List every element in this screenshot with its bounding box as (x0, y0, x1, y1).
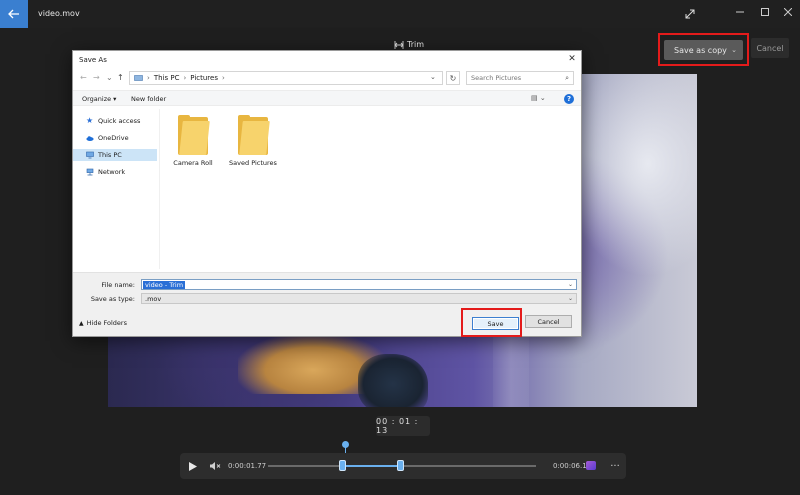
folder-icon (238, 115, 270, 155)
trim-start-handle[interactable] (339, 460, 346, 471)
breadcrumb-this-pc[interactable]: This PC (154, 74, 180, 82)
sidebar-item-quick-access[interactable]: ★ Quick access (73, 115, 157, 127)
playback-controls: 0:00:01.77 0:00:06.10 ··· (180, 453, 626, 479)
trim-icon (394, 40, 404, 49)
chevron-down-icon[interactable]: ⌄ (731, 46, 737, 54)
new-folder-button[interactable]: New folder (131, 95, 166, 103)
network-icon (86, 168, 94, 176)
sidebar-item-label: This PC (98, 151, 122, 159)
dialog-toolbar: Organize ▾ New folder ▤ ⌄ ? (73, 90, 581, 106)
minimize-button[interactable] (728, 2, 752, 22)
save-as-type-select[interactable]: .mov ⌄ (141, 293, 577, 304)
speaker-muted-icon (209, 462, 220, 470)
chevron-down-icon[interactable]: ⌄ (568, 295, 573, 302)
nav-back-icon[interactable]: ← (80, 73, 87, 82)
trim-start-time: 0:00:01.77 (228, 462, 267, 470)
star-icon: ★ (86, 116, 94, 125)
folder-label: Saved Pictures (229, 159, 277, 167)
organize-menu[interactable]: Organize ▾ (82, 95, 116, 103)
close-icon (784, 8, 792, 16)
save-as-type-label: Save as type: (90, 295, 135, 303)
search-icon: ⌕ (565, 74, 569, 82)
trim-mode-label: Trim (394, 40, 424, 49)
save-as-copy-highlight: Save as copy ⌄ (658, 33, 749, 66)
play-button[interactable] (186, 459, 200, 473)
save-as-type-value: .mov (145, 294, 162, 303)
trim-label-text: Trim (407, 40, 425, 49)
sidebar-item-label: OneDrive (98, 134, 129, 142)
arrow-left-icon (8, 9, 19, 19)
timeline-selection (342, 465, 400, 467)
nav-forward-icon[interactable]: → (93, 73, 100, 82)
sidebar-item-label: Quick access (98, 117, 141, 125)
breadcrumb-separator-icon: › (147, 74, 150, 82)
nav-recent-icon[interactable]: ⌄ (106, 73, 113, 82)
close-button[interactable] (776, 2, 800, 22)
save-button[interactable]: Save (472, 317, 519, 330)
video-clip-icon (586, 461, 596, 470)
help-icon[interactable]: ? (564, 94, 574, 104)
folder-label: Camera Roll (173, 159, 213, 167)
dialog-close-button[interactable]: ✕ (565, 53, 579, 65)
app-title: video.mov (38, 9, 80, 18)
computer-icon (86, 151, 94, 159)
sidebar-item-network[interactable]: Network (73, 166, 157, 178)
sidebar-item-label: Network (98, 168, 126, 176)
glove-shape (358, 354, 428, 407)
close-icon: ✕ (568, 54, 576, 64)
current-time-display: 00 : 01 : 13 (376, 416, 430, 436)
title-bar: video.mov (0, 0, 800, 28)
file-name-label: File name: (101, 281, 135, 289)
pane-divider (159, 109, 160, 269)
dialog-title: Save As (79, 56, 107, 64)
expand-button[interactable] (680, 6, 700, 22)
trim-end-handle[interactable] (397, 460, 404, 471)
folder-icon (178, 115, 210, 155)
save-as-copy-button[interactable]: Save as copy ⌄ (664, 40, 743, 60)
file-name-field[interactable]: video - Trim ⌄ (141, 279, 577, 290)
search-box[interactable]: ⌕ (466, 71, 574, 85)
dialog-cancel-button[interactable]: Cancel (525, 315, 572, 328)
sidebar-item-this-pc[interactable]: This PC (73, 149, 157, 161)
save-as-dialog: Save As ✕ ← → ⌄ ↑ › This PC › Pictures ›… (72, 50, 582, 337)
hide-folders-label: Hide Folders (86, 319, 127, 327)
hide-folders-toggle[interactable]: ▲ Hide Folders (79, 319, 127, 327)
breadcrumb-pictures[interactable]: Pictures (190, 74, 218, 82)
more-options-button[interactable]: ··· (608, 459, 622, 473)
pc-location-icon (134, 74, 143, 81)
save-button-highlight: Save (461, 308, 522, 337)
search-input[interactable] (471, 74, 561, 82)
navigation-pane: ★ Quick access OneDrive This PC Network (73, 109, 157, 269)
minimize-icon (736, 11, 744, 13)
back-button[interactable] (0, 0, 28, 28)
chevron-up-icon: ▲ (79, 319, 84, 327)
refresh-icon: ↻ (449, 73, 457, 83)
file-fields: File name: video - Trim ⌄ Save as type: … (73, 272, 581, 305)
breadcrumb-separator-icon: › (183, 74, 187, 82)
maximize-button[interactable] (753, 2, 777, 22)
address-bar[interactable]: › This PC › Pictures › (129, 71, 443, 85)
sidebar-item-onedrive[interactable]: OneDrive (73, 132, 157, 144)
breadcrumb-separator-icon: › (222, 74, 225, 82)
folder-saved-pictures[interactable]: Saved Pictures (228, 115, 278, 175)
file-name-value[interactable]: video - Trim (143, 280, 186, 289)
dialog-footer: ▲ Hide Folders Save Cancel (73, 305, 581, 337)
mute-button[interactable] (208, 460, 222, 472)
navigation-row: ← → ⌄ ↑ › This PC › Pictures › ⌄ ↻ ⌕ (73, 69, 581, 87)
expand-icon (685, 9, 695, 19)
folder-camera-roll[interactable]: Camera Roll (168, 115, 218, 175)
nav-up-icon[interactable]: ↑ (117, 73, 124, 82)
address-dropdown-icon[interactable]: ⌄ (430, 73, 436, 81)
view-options-icon[interactable]: ▤ ⌄ (531, 94, 546, 102)
ellipsis-icon: ··· (610, 460, 620, 472)
cancel-button[interactable]: Cancel (751, 38, 789, 58)
play-icon (189, 461, 197, 471)
maximize-icon (761, 8, 769, 16)
chevron-down-icon[interactable]: ⌄ (568, 281, 573, 288)
refresh-button[interactable]: ↻ (446, 71, 460, 85)
save-as-copy-label: Save as copy (674, 45, 727, 55)
cloud-icon (86, 136, 94, 141)
